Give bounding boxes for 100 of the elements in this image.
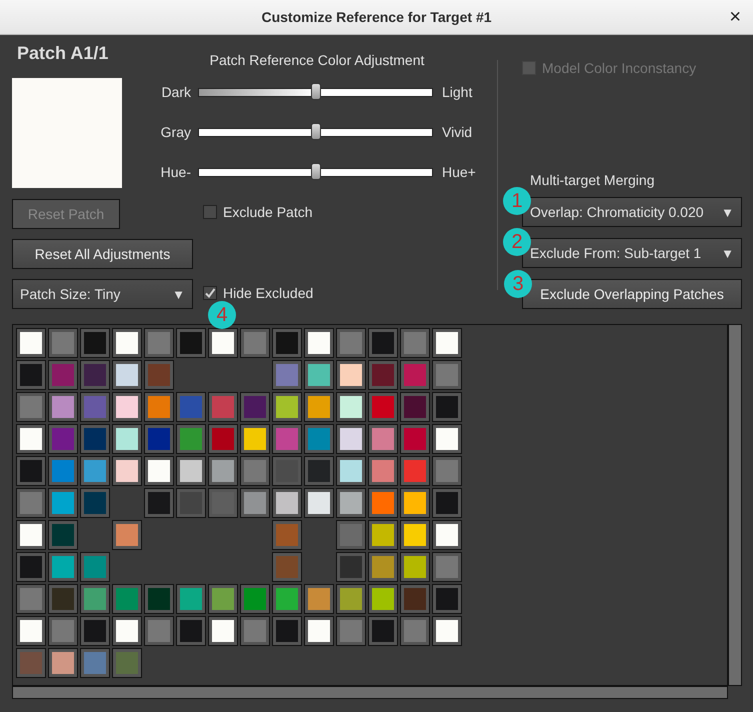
color-patch[interactable] — [401, 521, 429, 549]
color-patch[interactable] — [17, 329, 45, 357]
checkbox[interactable] — [203, 286, 217, 300]
color-patch[interactable] — [369, 457, 397, 485]
color-patch[interactable] — [113, 617, 141, 645]
color-patch[interactable] — [433, 393, 461, 421]
color-patch[interactable] — [273, 457, 301, 485]
color-patch[interactable] — [241, 489, 269, 517]
color-patch[interactable] — [369, 489, 397, 517]
slider-thumb[interactable] — [310, 122, 320, 140]
color-patch[interactable] — [433, 457, 461, 485]
color-patch[interactable] — [177, 489, 205, 517]
color-patch[interactable] — [241, 393, 269, 421]
color-patch[interactable] — [145, 457, 173, 485]
color-patch[interactable] — [401, 585, 429, 613]
color-patch[interactable] — [337, 457, 365, 485]
color-patch[interactable] — [241, 329, 269, 357]
color-patch[interactable] — [49, 457, 77, 485]
vertical-scrollbar[interactable] — [728, 324, 742, 686]
color-patch[interactable] — [145, 329, 173, 357]
color-patch[interactable] — [273, 521, 301, 549]
color-patch[interactable] — [401, 457, 429, 485]
color-patch[interactable] — [337, 393, 365, 421]
color-patch[interactable] — [273, 489, 301, 517]
color-patch[interactable] — [209, 329, 237, 357]
color-patch[interactable] — [273, 553, 301, 581]
color-patch[interactable] — [17, 521, 45, 549]
color-patch[interactable] — [369, 393, 397, 421]
color-patch[interactable] — [81, 649, 109, 677]
color-patch[interactable] — [17, 361, 45, 389]
color-patch[interactable] — [401, 329, 429, 357]
color-patch[interactable] — [305, 393, 333, 421]
checkbox[interactable] — [203, 205, 217, 219]
color-patch[interactable] — [81, 457, 109, 485]
color-patch[interactable] — [369, 425, 397, 453]
slider-thumb[interactable] — [310, 82, 320, 100]
slider-thumb[interactable] — [310, 162, 320, 180]
color-patch[interactable] — [49, 617, 77, 645]
color-patch[interactable] — [305, 425, 333, 453]
color-patch[interactable] — [433, 425, 461, 453]
color-patch[interactable] — [81, 425, 109, 453]
color-patch[interactable] — [209, 585, 237, 613]
color-patch[interactable] — [273, 617, 301, 645]
color-patch[interactable] — [81, 329, 109, 357]
color-patch[interactable] — [17, 393, 45, 421]
color-patch[interactable] — [273, 393, 301, 421]
color-patch[interactable] — [209, 425, 237, 453]
color-patch[interactable] — [209, 489, 237, 517]
color-patch[interactable] — [337, 425, 365, 453]
color-patch[interactable] — [81, 361, 109, 389]
color-patch[interactable] — [433, 329, 461, 357]
color-patch[interactable] — [369, 585, 397, 613]
color-patch[interactable] — [401, 489, 429, 517]
color-patch[interactable] — [17, 553, 45, 581]
color-patch[interactable] — [49, 489, 77, 517]
color-patch[interactable] — [241, 425, 269, 453]
color-patch[interactable] — [113, 521, 141, 549]
color-patch[interactable] — [81, 617, 109, 645]
color-patch[interactable] — [305, 361, 333, 389]
color-patch[interactable] — [433, 489, 461, 517]
color-patch[interactable] — [81, 585, 109, 613]
color-patch[interactable] — [177, 457, 205, 485]
color-patch[interactable] — [17, 489, 45, 517]
color-patch[interactable] — [49, 425, 77, 453]
color-patch[interactable] — [177, 617, 205, 645]
color-patch[interactable] — [305, 617, 333, 645]
color-patch[interactable] — [401, 617, 429, 645]
color-patch[interactable] — [337, 361, 365, 389]
color-patch[interactable] — [17, 649, 45, 677]
color-patch[interactable] — [209, 617, 237, 645]
color-patch[interactable] — [337, 521, 365, 549]
color-patch[interactable] — [49, 553, 77, 581]
color-patch[interactable] — [113, 425, 141, 453]
color-patch[interactable] — [49, 329, 77, 357]
color-patch[interactable] — [369, 361, 397, 389]
merge-dropdown[interactable]: Overlap: Chromaticity 0.020 ▼ — [522, 197, 742, 227]
color-patch[interactable] — [113, 361, 141, 389]
color-patch[interactable] — [113, 649, 141, 677]
color-patch[interactable] — [305, 457, 333, 485]
color-patch[interactable] — [177, 585, 205, 613]
color-patch[interactable] — [337, 617, 365, 645]
color-patch[interactable] — [145, 425, 173, 453]
color-patch[interactable] — [273, 585, 301, 613]
close-button[interactable]: × — [725, 6, 745, 28]
color-patch[interactable] — [273, 329, 301, 357]
color-patch[interactable] — [17, 457, 45, 485]
color-patch[interactable] — [401, 425, 429, 453]
color-patch[interactable] — [241, 617, 269, 645]
color-patch[interactable] — [81, 393, 109, 421]
color-patch[interactable] — [337, 585, 365, 613]
color-patch[interactable] — [113, 329, 141, 357]
color-patch[interactable] — [337, 329, 365, 357]
color-patch[interactable] — [17, 585, 45, 613]
color-patch[interactable] — [209, 393, 237, 421]
color-patch[interactable] — [49, 649, 77, 677]
color-patch[interactable] — [145, 489, 173, 517]
horizontal-scrollbar[interactable] — [12, 686, 728, 699]
color-patch[interactable] — [401, 553, 429, 581]
color-patch[interactable] — [177, 329, 205, 357]
color-patch[interactable] — [81, 489, 109, 517]
